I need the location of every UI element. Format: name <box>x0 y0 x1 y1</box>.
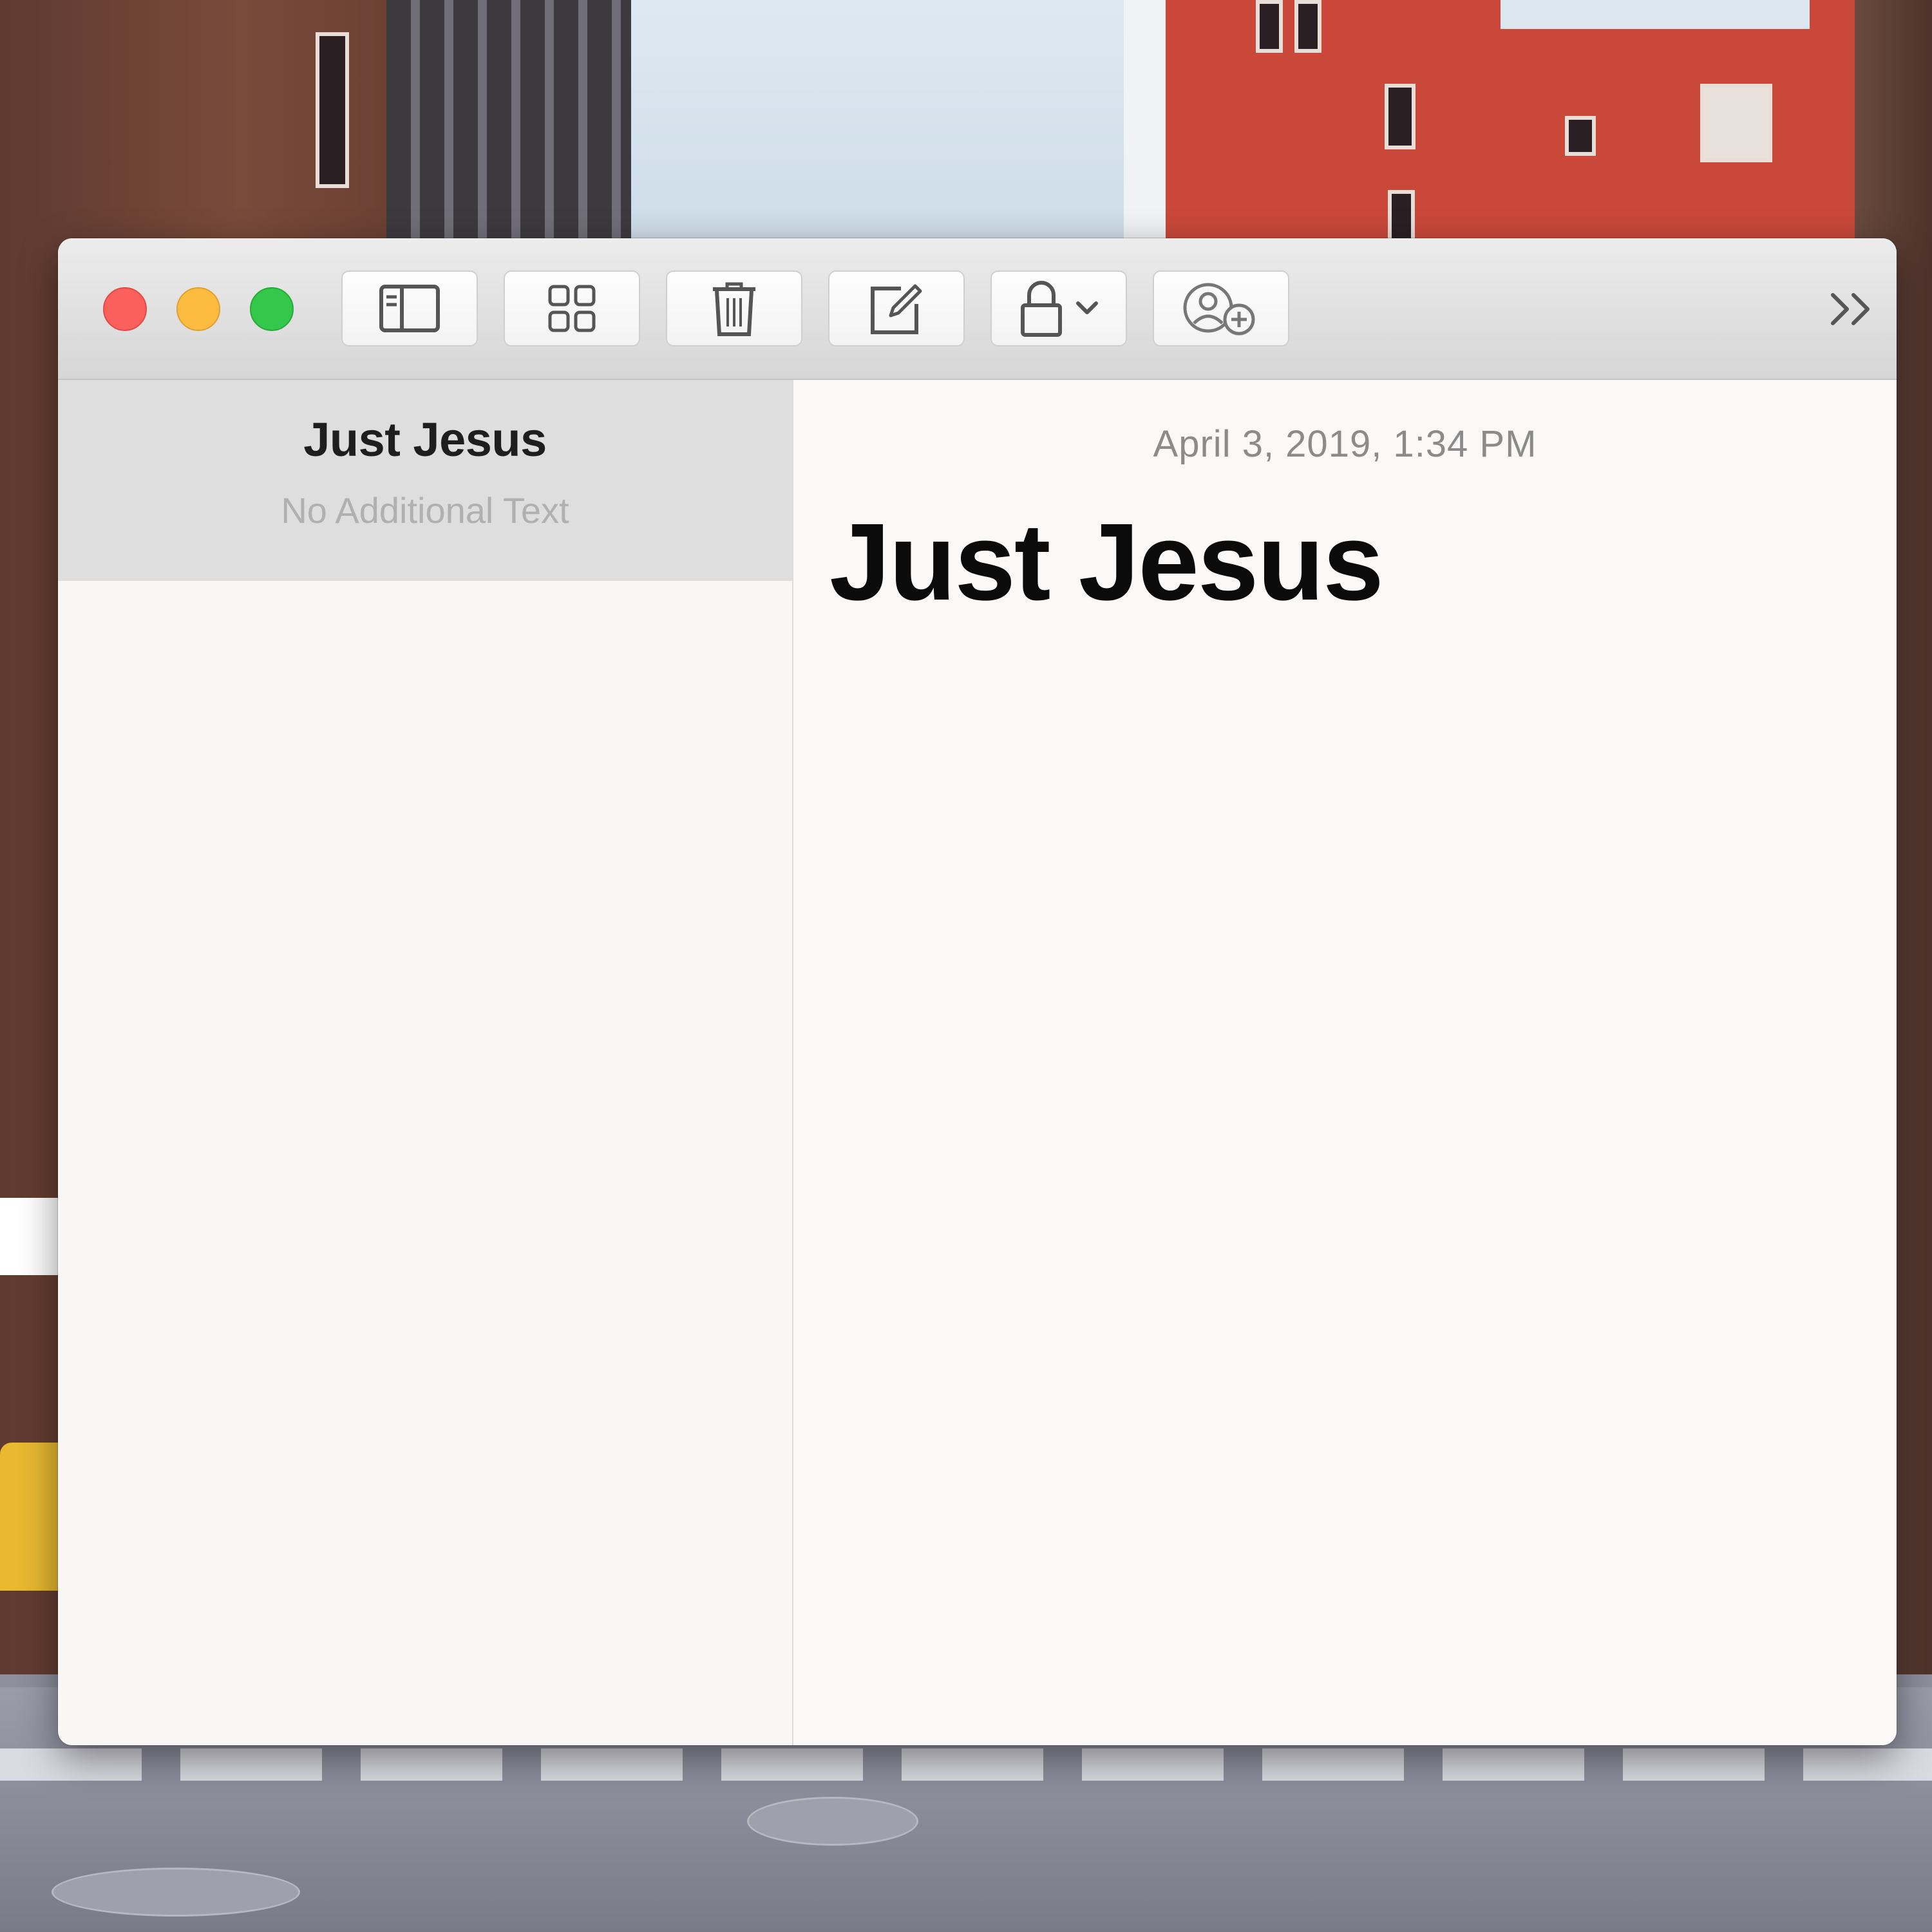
lock-icon <box>1021 281 1062 337</box>
toolbar-overflow-button[interactable] <box>1826 290 1877 328</box>
notes-window: Just Jesus No Additional Text April 3, 2… <box>58 238 1897 1745</box>
compose-icon <box>871 284 922 334</box>
zoom-window-button[interactable] <box>250 287 294 331</box>
minimize-window-button[interactable] <box>176 287 220 331</box>
note-date: April 3, 2019, 1:34 PM <box>1153 423 1537 465</box>
new-note-button[interactable] <box>828 270 965 346</box>
note-title: Just Jesus <box>303 413 547 466</box>
chevron-down-icon <box>1076 301 1098 314</box>
list-item[interactable]: Just Jesus No Additional Text <box>58 380 792 581</box>
add-people-button[interactable] <box>1153 270 1289 346</box>
chevron-double-right-icon <box>1831 293 1870 325</box>
delete-note-button[interactable] <box>666 270 802 346</box>
grid-icon <box>548 285 596 332</box>
add-person-icon <box>1183 283 1255 336</box>
note-preview: No Additional Text <box>281 490 569 531</box>
trash-icon <box>713 282 755 336</box>
notes-list: Just Jesus No Additional Text <box>58 380 793 1745</box>
gallery-view-button[interactable] <box>504 270 640 346</box>
sidebar-icon <box>379 285 440 332</box>
note-heading[interactable]: Just Jesus <box>829 499 1384 625</box>
lock-note-button[interactable] <box>990 270 1127 346</box>
note-editor[interactable]: April 3, 2019, 1:34 PM Just Jesus <box>793 380 1897 1745</box>
toolbar <box>58 238 1897 380</box>
toggle-sidebar-button[interactable] <box>341 270 478 346</box>
close-window-button[interactable] <box>103 287 147 331</box>
